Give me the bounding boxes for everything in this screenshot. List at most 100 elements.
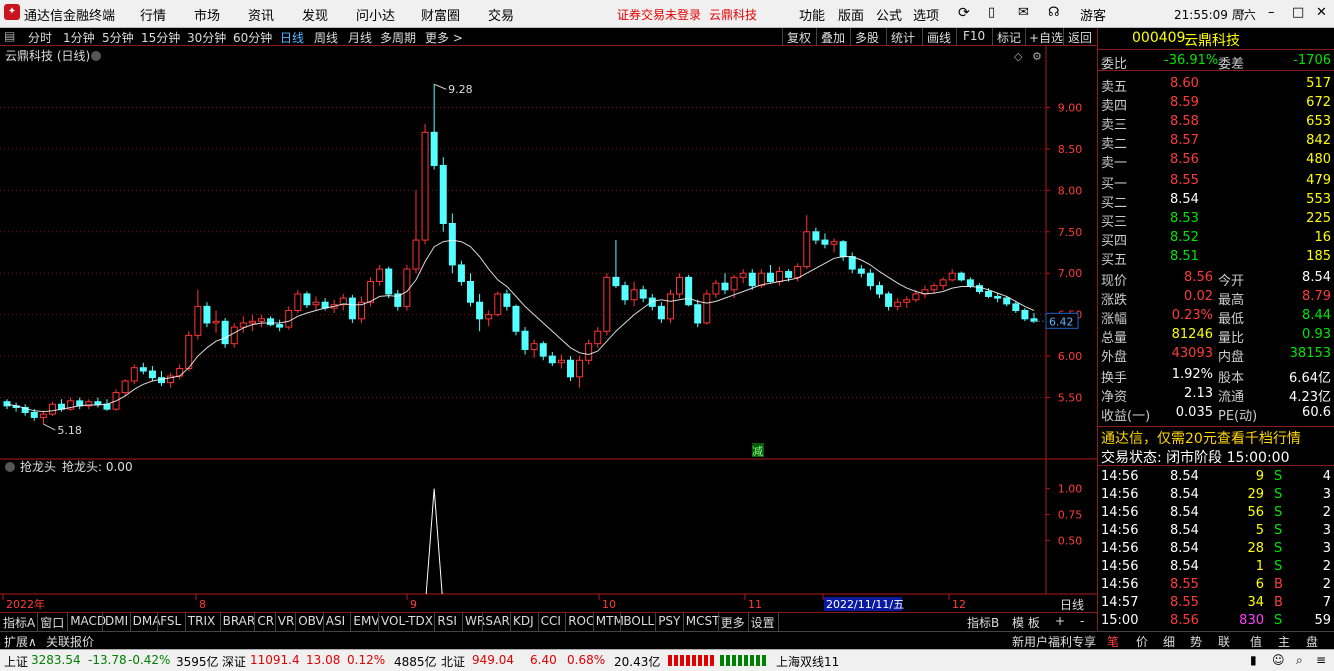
indicator-tab[interactable]: OBV <box>298 614 324 628</box>
candle[interactable] <box>276 324 284 328</box>
indicator-dropdown-icon[interactable] <box>5 462 15 472</box>
promo-text[interactable]: 通达信，仅需20元查看千档行情 <box>1101 428 1301 448</box>
diamond-icon[interactable]: ◇ <box>1014 50 1023 63</box>
candle[interactable] <box>648 297 656 307</box>
indicator-tab[interactable]: CR <box>257 614 274 628</box>
candle[interactable] <box>494 293 502 316</box>
ask-row[interactable]: 卖四 8.59 672 <box>1098 94 1334 114</box>
indicator-tab[interactable]: FSL <box>160 614 181 628</box>
candle[interactable] <box>912 293 920 301</box>
candle[interactable] <box>685 276 693 306</box>
candle[interactable] <box>412 239 420 270</box>
period-15min[interactable]: 15分钟 <box>141 29 180 46</box>
indicator-tab[interactable]: KDJ <box>513 614 534 628</box>
candle[interactable] <box>3 401 11 407</box>
candle[interactable] <box>557 359 565 364</box>
chart-title-dropdown-icon[interactable] <box>91 51 101 61</box>
menu-icon[interactable]: ≡ <box>1316 653 1326 667</box>
stat-row[interactable]: 换手 1.92% 股本 6.64亿 <box>1098 366 1334 386</box>
candle[interactable] <box>885 293 893 307</box>
action-biaoji[interactable]: 标记 <box>997 29 1021 46</box>
back-icon[interactable]: ‹ <box>1240 5 1245 20</box>
bz-label[interactable]: 北证 <box>441 653 465 670</box>
candle[interactable] <box>267 318 275 326</box>
tick-row[interactable]: 14:56 8.55 6 B 2 <box>1098 576 1334 595</box>
menu-gongneng[interactable]: 功能 <box>799 5 825 24</box>
action-f10[interactable]: F10 <box>963 29 985 43</box>
candle[interactable] <box>385 268 393 295</box>
ask-row[interactable]: 卖五 8.60 517 <box>1098 75 1334 95</box>
period-30min[interactable]: 30分钟 <box>187 29 226 46</box>
candle[interactable] <box>676 276 684 295</box>
candle[interactable] <box>1012 303 1020 312</box>
candle[interactable] <box>148 370 156 379</box>
candle[interactable] <box>548 355 556 364</box>
candle[interactable] <box>757 272 765 287</box>
refresh-icon[interactable]: ⟳ <box>958 5 970 21</box>
candle[interactable] <box>448 222 456 266</box>
period-multi[interactable]: 多周期 <box>380 29 416 46</box>
candle[interactable] <box>485 314 493 320</box>
menu-gongshi[interactable]: 公式 <box>876 5 902 24</box>
menu-hangqing[interactable]: 行情 <box>140 5 166 24</box>
indicator-tab[interactable]: VOL-TDX <box>381 614 433 628</box>
candle[interactable] <box>48 403 56 415</box>
tab-jia[interactable]: 价 <box>1136 633 1148 650</box>
ask-row[interactable]: 卖三 8.58 653 <box>1098 113 1334 133</box>
candle[interactable] <box>439 164 447 224</box>
indicator-tab[interactable]: EMV <box>353 614 379 628</box>
candle[interactable] <box>566 359 574 378</box>
tick-row[interactable]: 14:56 8.54 9 S 4 <box>1098 468 1334 487</box>
indicator-bar-right-button[interactable]: 模 板 <box>1012 614 1040 631</box>
indicator-tab[interactable]: DMI <box>105 614 128 628</box>
candle[interactable] <box>403 268 411 307</box>
layout-icon[interactable]: ▤ <box>4 29 15 43</box>
menu-banmian[interactable]: 版面 <box>838 5 864 24</box>
candle[interactable] <box>512 305 520 332</box>
candle[interactable] <box>612 276 620 287</box>
candle[interactable] <box>39 413 47 418</box>
candle[interactable] <box>776 271 784 283</box>
candle[interactable] <box>930 285 938 291</box>
candle[interactable] <box>903 299 911 303</box>
new-user-promo[interactable]: 新用户福利专享 <box>1012 633 1096 650</box>
action-back[interactable]: 返回 <box>1068 29 1092 46</box>
stat-row[interactable]: 现价 8.56 今开 8.54 <box>1098 269 1334 289</box>
candle[interactable] <box>476 301 484 320</box>
candle[interactable] <box>285 310 293 328</box>
tick-row[interactable]: 14:57 8.55 34 B 7 <box>1098 594 1334 613</box>
ask-row[interactable]: 卖一 8.56 480 <box>1098 151 1334 171</box>
indicator-tab[interactable]: MACD <box>70 614 106 628</box>
ask-row[interactable]: 卖二 8.57 842 <box>1098 132 1334 152</box>
candle[interactable] <box>703 293 711 324</box>
candle[interactable] <box>994 295 1002 299</box>
menu-caifuquan[interactable]: 财富圈 <box>421 5 460 24</box>
candle[interactable] <box>576 359 584 378</box>
candle[interactable] <box>348 297 356 320</box>
action-huaxian[interactable]: 画线 <box>927 29 951 46</box>
expand-button[interactable]: 扩展∧ <box>4 633 37 650</box>
action-fuquan[interactable]: 复权 <box>787 29 811 46</box>
candle[interactable] <box>1003 297 1011 305</box>
candle[interactable] <box>785 271 793 278</box>
candle[interactable] <box>866 272 874 287</box>
candle[interactable] <box>457 264 465 283</box>
candle[interactable] <box>212 320 220 324</box>
candle[interactable] <box>139 367 147 372</box>
candle[interactable] <box>176 368 184 377</box>
user-label[interactable]: 游客 <box>1080 5 1106 24</box>
candle[interactable] <box>521 330 529 350</box>
candle[interactable] <box>230 326 238 345</box>
candle[interactable] <box>730 276 738 291</box>
tick-row[interactable]: 14:56 8.54 5 S 3 <box>1098 522 1334 541</box>
candle[interactable] <box>367 281 375 303</box>
action-tongji[interactable]: 统计 <box>891 29 915 46</box>
candle[interactable] <box>966 279 974 287</box>
mail-icon[interactable]: ✉ <box>1018 5 1029 20</box>
candle[interactable] <box>748 272 756 287</box>
candle[interactable] <box>848 256 856 270</box>
headset-icon[interactable]: ☊ <box>1048 5 1060 20</box>
indicator-tab[interactable]: PSY <box>658 614 680 628</box>
candle[interactable] <box>130 367 138 382</box>
candle[interactable] <box>712 282 720 295</box>
